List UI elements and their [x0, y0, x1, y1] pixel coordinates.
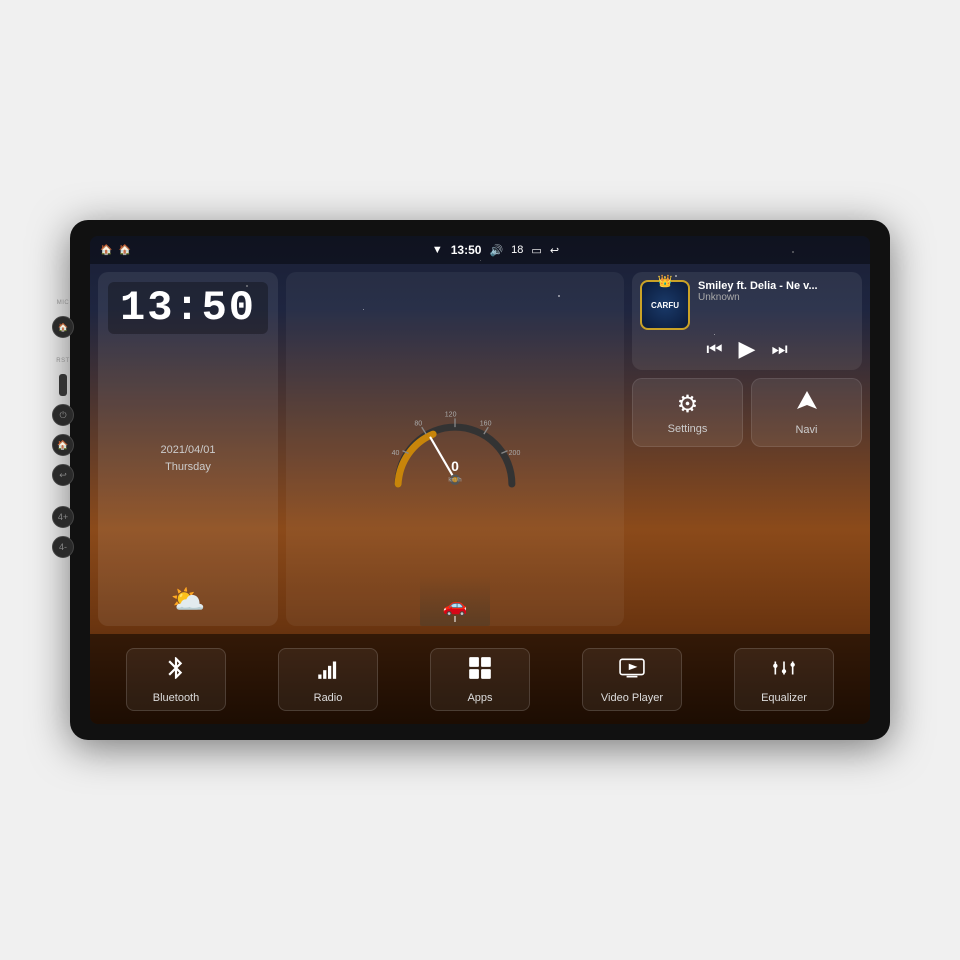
settings-icon: ⚙ [677, 390, 699, 419]
bluetooth-app[interactable]: Bluetooth [126, 648, 226, 711]
radio-app[interactable]: Radio [278, 648, 378, 711]
svg-text:km/h: km/h [448, 476, 461, 483]
home-side-btn[interactable]: 🏠 [52, 316, 74, 338]
svg-text:80: 80 [414, 420, 422, 427]
navi-icon [795, 389, 819, 420]
music-top: 👑 CARFU Smiley ft. Delia - Ne v... Unkno… [640, 280, 854, 330]
road-scene: 🚗 [286, 566, 624, 626]
app-bar: Bluetooth Radio [90, 634, 870, 724]
wifi-icon: ▼ [432, 244, 443, 256]
bluetooth-label: Bluetooth [153, 692, 199, 704]
music-title: Smiley ft. Delia - Ne v... [698, 280, 854, 292]
apps-app[interactable]: Apps [430, 648, 530, 711]
display-screen: 🏠 🏠 ▼ 13:50 🔊 18 ▭ ↩ 13:50 202 [90, 236, 870, 724]
vol-up-btn[interactable]: 4+ [52, 506, 74, 528]
music-controls: ⏮ ▶ ⏭ [640, 336, 854, 362]
svg-text:120: 120 [445, 412, 457, 419]
music-logo-text: CARFU [651, 301, 679, 310]
status-bar: 🏠 🏠 ▼ 13:50 🔊 18 ▭ ↩ [90, 236, 870, 264]
home-icon: 🏠 [100, 245, 112, 256]
bluetooth-icon [163, 655, 189, 688]
volume-icon: 🔊 [489, 244, 503, 257]
video-player-app[interactable]: Video Player [582, 648, 682, 711]
svg-text:0: 0 [451, 458, 459, 474]
settings-button[interactable]: ⚙ Settings [632, 378, 743, 447]
clock-date: 2021/04/01 Thursday [108, 442, 268, 475]
weather-icon: ⛅ [108, 583, 268, 616]
settings-label: Settings [668, 423, 708, 435]
music-artist: Unknown [698, 292, 854, 303]
main-content: 13:50 2021/04/01 Thursday ⛅ [90, 264, 870, 724]
settings-navi-row: ⚙ Settings Navi [632, 378, 862, 447]
equalizer-icon [771, 655, 797, 688]
radio-label: Radio [314, 692, 343, 704]
speedometer-widget: 120 160 80 200 40 0 km/h [286, 272, 624, 626]
prev-button[interactable]: ⏮ [706, 339, 722, 360]
svg-text:40: 40 [392, 450, 400, 457]
equalizer-app[interactable]: Equalizer [734, 648, 834, 711]
speedometer-content: 120 160 80 200 40 0 km/h [385, 399, 525, 499]
clock-display: 13:50 [108, 282, 268, 334]
power-icon-btn[interactable]: ⏻ [52, 404, 74, 426]
date-line1: 2021/04/01 [108, 442, 268, 459]
apps-icon [467, 655, 493, 688]
back-icon-btn[interactable]: ↩ [52, 464, 74, 486]
next-button[interactable]: ⏭ [771, 339, 787, 360]
home2-icon: 🏠 [118, 245, 130, 256]
home-icon-btn[interactable]: 🏠 [52, 434, 74, 456]
music-widget: 👑 CARFU Smiley ft. Delia - Ne v... Unkno… [632, 272, 862, 370]
volume-level: 18 [511, 244, 523, 256]
navi-button[interactable]: Navi [751, 378, 862, 447]
status-left-icons: 🏠 🏠 [100, 245, 131, 256]
car-icon: 🚗 [443, 593, 468, 618]
right-column: 👑 CARFU Smiley ft. Delia - Ne v... Unkno… [632, 272, 862, 626]
play-button[interactable]: ▶ [739, 336, 756, 362]
svg-text:160: 160 [480, 420, 492, 427]
music-info: Smiley ft. Delia - Ne v... Unknown [698, 280, 854, 303]
widgets-row: 13:50 2021/04/01 Thursday ⛅ [90, 264, 870, 634]
car-head-unit: MIC 🏠 RST ⏻ 🏠 ↩ 4+ 4- 🏠 🏠 [70, 220, 890, 740]
crown-icon: 👑 [658, 274, 673, 288]
rst-label: RST [56, 358, 70, 364]
date-line2: Thursday [108, 459, 268, 476]
video-player-label: Video Player [601, 692, 663, 704]
status-center: ▼ 13:50 🔊 18 ▭ ↩ [131, 243, 860, 257]
apps-label: Apps [467, 692, 492, 704]
music-logo: 👑 CARFU [640, 280, 690, 330]
speedometer-svg: 120 160 80 200 40 0 km/h [385, 399, 525, 499]
back-icon: ↩ [550, 244, 559, 257]
vol-down-btn[interactable]: 4- [52, 536, 74, 558]
clock-widget: 13:50 2021/04/01 Thursday ⛅ [98, 272, 278, 626]
navi-label: Navi [795, 424, 817, 436]
battery-icon: ▭ [531, 244, 541, 257]
side-controls: MIC 🏠 RST ⏻ 🏠 ↩ 4+ 4- [52, 300, 74, 558]
equalizer-label: Equalizer [761, 692, 807, 704]
power-btn[interactable] [59, 374, 67, 396]
status-time: 13:50 [451, 243, 482, 257]
radio-icon [315, 655, 341, 688]
video-player-icon [619, 655, 645, 688]
svg-text:200: 200 [509, 450, 521, 457]
mic-label: MIC [57, 300, 70, 306]
